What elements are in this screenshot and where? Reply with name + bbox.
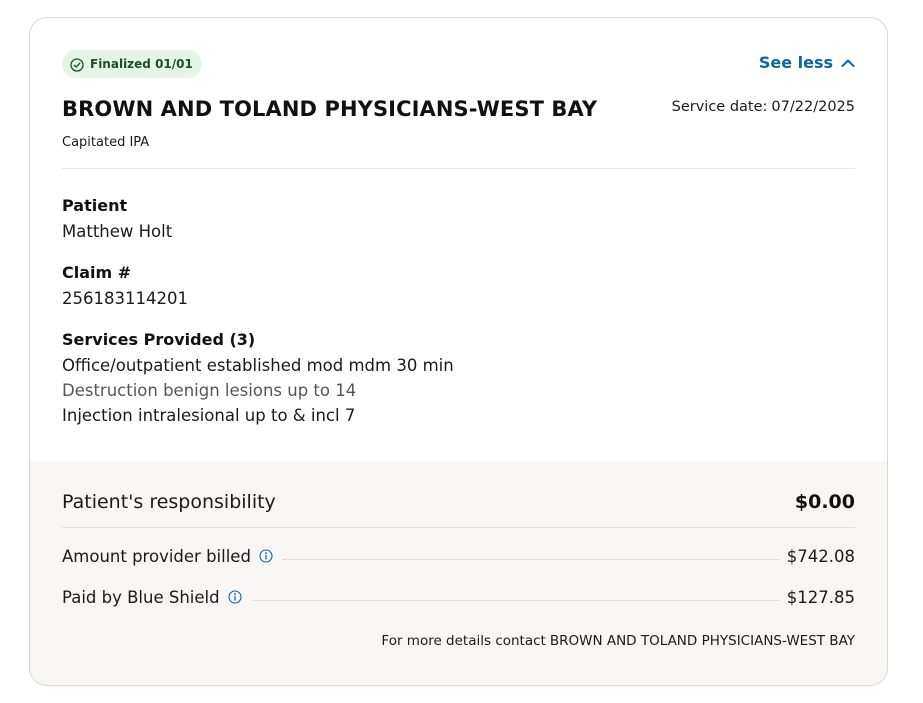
info-icon[interactable] [259,549,273,563]
divider [62,527,855,528]
claim-number: 256183114201 [62,289,188,308]
check-circle-icon [70,57,84,72]
responsibility-label: Patient's responsibility [62,491,276,513]
paid-label: Paid by Blue Shield [62,587,220,607]
billed-value: $742.08 [786,546,855,566]
billed-row: Amount provider billed $742.08 [62,545,855,567]
service-date-value: 07/22/2025 [771,99,855,115]
service-item-3: Injection intralesional up to & incl 7 [62,406,356,425]
claim-card: Finalized 01/01 See less BROWN AND TOLAN… [29,17,888,686]
paid-value: $127.85 [786,587,855,607]
patient-name: Matthew Holt [62,222,173,241]
service-item-2: Destruction benign lesions up to 14 [62,381,357,400]
responsibility-value: $0.00 [794,491,855,513]
chevron-up-icon [841,53,855,72]
cost-summary: Patient's responsibility $0.00 Amount pr… [30,461,887,685]
service-date-label: Service date: [671,99,768,115]
see-less-label: See less [758,53,833,72]
service-date: Service date: 07/22/2025 [672,99,855,115]
provider-type: Capitated IPA [62,135,150,150]
contact-note-provider: BROWN AND TOLAND PHYSICIANS-WEST BAY [549,633,855,649]
status-badge: Finalized 01/01 [62,50,202,78]
contact-note: For more details contact BROWN AND TOLAND… [381,633,855,649]
services-label: Services Provided (3) [62,330,256,349]
patient-label: Patient [62,196,128,215]
dotted-leader [251,599,779,601]
see-less-button[interactable]: See less [759,53,855,72]
claim-details: Finalized 01/01 See less BROWN AND TOLAN… [30,18,887,461]
dotted-leader [282,558,779,560]
divider [62,168,855,169]
billed-label: Amount provider billed [62,546,251,566]
provider-name: BROWN AND TOLAND PHYSICIANS-WEST BAY [62,97,598,121]
service-item-1: Office/outpatient established mod mdm 30… [62,356,454,375]
paid-row: Paid by Blue Shield $127.85 [62,586,855,608]
contact-note-text: For more details contact [381,633,546,649]
info-icon[interactable] [228,590,242,604]
claim-label: Claim # [62,263,132,282]
status-label: Finalized 01/01 [90,57,193,71]
